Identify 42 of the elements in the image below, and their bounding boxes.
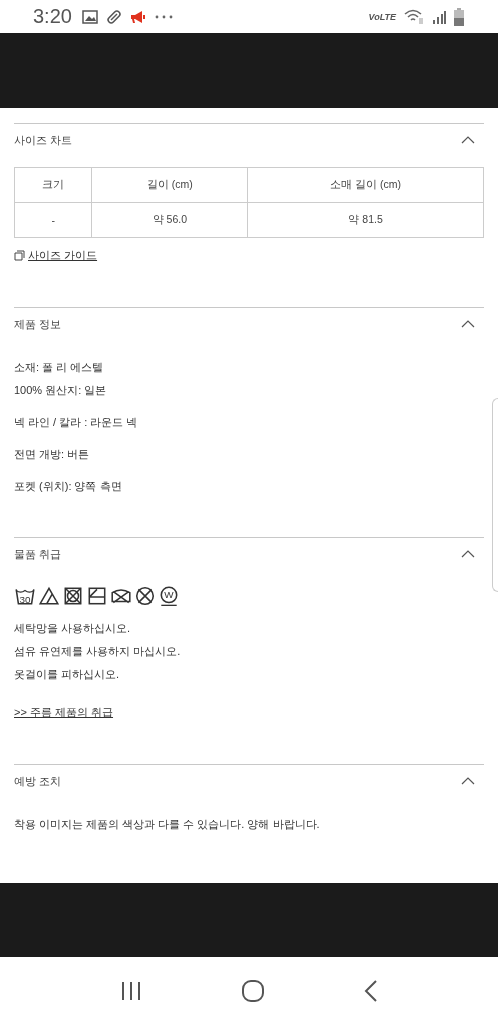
- signal-icon: [432, 9, 446, 24]
- table-cell: -: [14, 202, 92, 238]
- info-text: 전면 개방: 버튼: [14, 447, 91, 461]
- info-text: 옷걸이를 피하십시오.: [14, 667, 121, 681]
- section-title: 물품 취급: [14, 546, 62, 562]
- info-text: 세탁망을 사용하십시오.: [14, 621, 132, 635]
- battery-icon: [454, 7, 464, 26]
- chevron-icon[interactable]: [460, 549, 476, 559]
- wifi-icon: [404, 8, 424, 25]
- info-text: 섬유 유연제를 사용하지 마십시오.: [14, 644, 182, 658]
- section-title: 사이즈 차트: [14, 132, 73, 148]
- network-label: VoLTE: [368, 11, 396, 22]
- crossed-circle-icon: [134, 585, 156, 607]
- info-text: 착용 이미지는 제품의 색상과 다를 수 있습니다. 양해 바랍니다.: [14, 817, 321, 831]
- chevron-icon[interactable]: [460, 135, 476, 145]
- megaphone-icon: [129, 9, 146, 24]
- info-text: 소재: 폴 리 에스텔: [14, 360, 105, 374]
- more-icon: [153, 13, 174, 20]
- drying-square-icon: [86, 585, 108, 607]
- recents-icon[interactable]: [119, 980, 142, 1001]
- column-header: 길이 (cm): [91, 167, 248, 203]
- size-guide-link[interactable]: 사이즈 가이드: [14, 248, 98, 263]
- chevron-icon[interactable]: [460, 319, 476, 329]
- back-icon[interactable]: [364, 979, 379, 1002]
- info-text: 100% 원산지: 일본: [14, 383, 108, 397]
- home-icon[interactable]: [241, 978, 265, 1003]
- column-header: 크기: [14, 167, 92, 203]
- table-cell: 약 81.5: [247, 202, 484, 238]
- status-time: 3:20: [33, 5, 72, 28]
- circle-letter-icon: W: [158, 585, 180, 607]
- column-header: 소매 길이 (cm): [247, 167, 484, 203]
- table-cell: 약 56.0: [91, 202, 248, 238]
- section-title: 예방 조치: [14, 773, 62, 789]
- crossed-square-icon: [62, 585, 84, 607]
- image-icon: [81, 9, 98, 24]
- triangle-icon: [38, 585, 60, 607]
- care-link[interactable]: >> 주름 제품의 취급: [14, 705, 114, 720]
- info-text: 포켓 (위치): 양쪽 측면: [14, 479, 123, 493]
- chevron-icon[interactable]: [460, 776, 476, 786]
- copy-icon: [14, 250, 25, 261]
- info-text: 넥 라인 / 칼라 : 라운드 넥: [14, 415, 139, 429]
- section-title: 제품 정보: [14, 316, 62, 332]
